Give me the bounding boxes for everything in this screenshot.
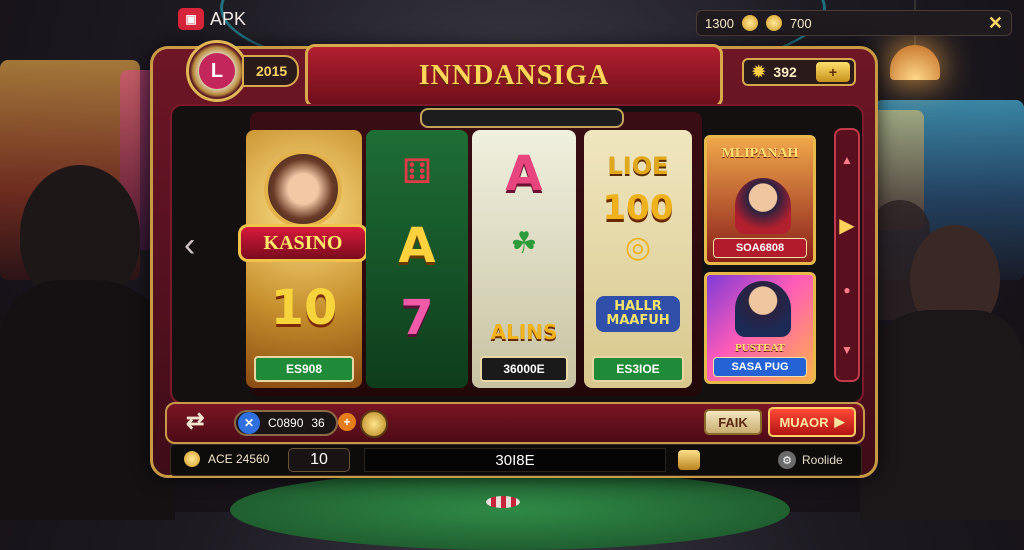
footer-center-value: 30I8E [364,448,666,472]
reel-4-pill: ES3IOE [592,356,684,382]
reel-3-symbol-a: A [505,146,543,202]
top-status-bar: 1300 700 ✕ [696,10,1012,36]
gems-value: 392 [773,64,797,80]
spin-label: MUAOR [779,414,829,430]
top-coins: 700 [789,15,812,31]
promo-card-2-title: PUSTEAT [735,342,785,354]
bet-field[interactable]: ✕ C0890 36 [234,410,338,436]
jackpot-coin-icon[interactable] [360,410,388,438]
marquee-bar [420,108,624,128]
dealer-portrait [264,150,342,228]
apk-label: APK [210,8,247,29]
bet-value: C0890 [268,416,304,430]
promo-card-2-avatar [735,281,791,337]
top-balance: 1300 [705,15,734,31]
chevron-down-icon[interactable]: ▼ [841,343,853,357]
casino-table [230,470,790,550]
promo-card-1-avatar [735,178,791,234]
coin-stack-icon [765,15,782,31]
swap-icon[interactable]: ⇄ [186,408,204,434]
coin-plus-icon[interactable]: + [338,413,356,431]
reel-4-symbol-100: 100 [602,188,674,228]
footer-amount-field[interactable]: 10 [288,448,350,472]
kasino-badge: KASINO [238,224,368,262]
footer-right[interactable]: ⚙ Roolide [778,451,843,469]
poker-chip [486,496,520,508]
level-badge[interactable]: L 2015 [186,40,300,102]
chevron-left-icon[interactable]: ‹ [184,226,195,265]
level-letter: L [199,53,235,89]
level-value: 2015 [242,55,300,87]
player-left-body [0,280,175,520]
reel-4-symbol-lioe: LIOE [607,152,669,180]
promo-card-2-pill: SASA PUG [713,357,807,377]
apk-logo-icon: ▣ [178,8,204,30]
add-gems-button[interactable]: + [816,62,850,82]
hanging-lamp [890,45,940,80]
clover-icon: ☘ [510,226,538,261]
footer-right-label: Roolide [802,453,843,467]
rail-dot-icon: ● [843,283,851,298]
player-right-body [860,310,1024,520]
promo-card-1-title: MLIPANAH [721,146,799,161]
reel-1-pill: ES908 [254,356,354,382]
coin-icon [741,15,758,31]
settings-icon: ⚙ [778,451,796,469]
spin-button[interactable]: MUAOR ▶ [768,407,856,437]
close-icon[interactable]: ✕ [988,13,1003,34]
fak-button[interactable]: FAIK [704,409,762,435]
reel-2-symbol-a: A [398,218,436,274]
currency-icon: ✕ [238,412,260,434]
dice-icon: ⚅ [402,152,432,192]
reel-2: ⚅ A 7 [366,130,468,388]
reel-2-symbol-7: 7 [400,290,434,346]
apk-header: ▣ APK [178,8,246,30]
promo-card-1-pill: SOA6808 [713,238,807,258]
reel-3-symbol-alins: ALINS [490,320,558,344]
footer-balance: ACE 24560 [184,451,269,467]
reel-4: LIOE 100 ◎ HALLR MAAFUH ES3IOE [584,130,692,388]
footer-coin-icon [184,451,200,467]
reel-3-pill: 36000E [480,356,568,382]
promo-card-2[interactable]: PUSTEAT SASA PUG [704,272,816,384]
reel-3: A ☘ ALINS 36000E [472,130,576,388]
promo-card-1[interactable]: MLIPANAH SOA6808 [704,135,816,265]
footer-balance-label: ACE 24560 [208,452,270,466]
reel-1-symbol: 10 [270,280,338,336]
level-ring-icon: L [186,40,248,102]
gems-counter: ✹ 392 + [742,58,856,86]
chevron-up-icon[interactable]: ▲ [841,153,853,167]
bet-multiplier: 36 [311,416,325,430]
reel-4-symbol-hallr: HALLR MAAFUH [596,296,680,332]
side-rail: ▲ ▶ ● ▼ [834,128,860,382]
treasure-icon[interactable] [678,450,700,470]
game-title: INNDANSIGA [305,44,723,108]
gear-icon[interactable]: ✹ [752,62,765,82]
play-icon: ▶ [834,414,845,429]
ring-icon: ◎ [624,230,652,265]
chevron-right-icon[interactable]: ▶ [839,213,854,238]
